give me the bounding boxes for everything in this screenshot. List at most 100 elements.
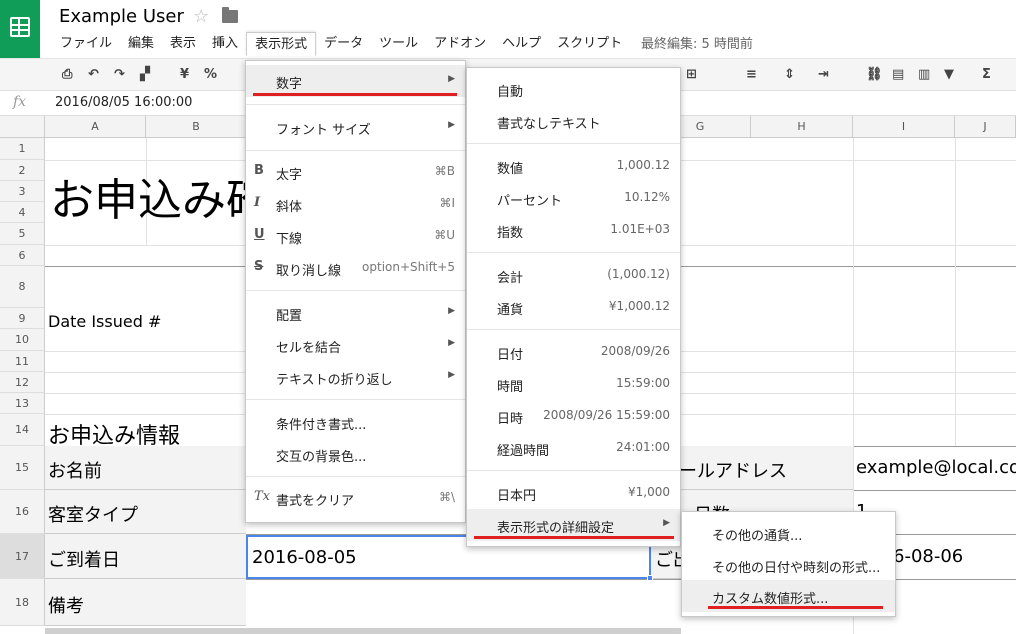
italic-icon: I [254,195,261,210]
row-header[interactable]: 8 [0,266,45,308]
arrival-label-cell[interactable]: ご到着日 [48,546,120,572]
section-heading-cell[interactable]: お申込み情報 [48,418,180,450]
text-wrap-icon[interactable]: ⇥ [818,67,829,82]
room-type-label-cell[interactable]: 客室タイプ [48,501,138,527]
insert-link-icon[interactable]: ⛓ [866,67,883,82]
functions-icon[interactable]: Σ [982,67,991,82]
format-auto[interactable]: 自動 [467,73,680,105]
row-header[interactable]: 15 [0,446,45,490]
format-currency[interactable]: 通貨 ¥1,000.12 [467,291,680,323]
menu-tools[interactable]: ツール [371,32,426,56]
format-time[interactable]: 時間 15:59:00 [467,368,680,400]
sheets-logo-icon[interactable] [0,0,40,58]
last-edit-status[interactable]: 最終編集: 5 時間前 [641,33,753,52]
row-header[interactable]: 4 [0,202,45,223]
menu-edit[interactable]: 編集 [120,32,162,56]
notes-label-cell[interactable]: 備考 [48,592,84,618]
format-plain-text[interactable]: 書式なしテキスト [467,105,680,137]
row-header[interactable]: 2 [0,160,45,181]
row-header[interactable]: 16 [0,490,45,534]
menu-item-strikethrough[interactable]: S 取り消し線 option+Shift+5 [246,252,465,284]
column-header-h[interactable]: H [751,116,853,138]
row-header[interactable]: 3 [0,181,45,202]
format-number[interactable]: 数値 1,000.12 [467,150,680,182]
document-title[interactable]: Example User [59,6,184,27]
print-icon[interactable]: ⎙ [62,67,72,82]
menu-item-alternating-colors[interactable]: 交互の背景色... [246,438,465,470]
format-datetime[interactable]: 日時 2008/09/26 15:59:00 [467,400,680,432]
menu-item-text-wrap[interactable]: テキストの折り返し ▶ [246,361,465,393]
row-header[interactable]: 10 [0,329,45,351]
menu-item-clear-format[interactable]: Tx 書式をクリア ⌘\ [246,482,465,514]
more-currencies[interactable]: その他の通貨... [682,517,895,549]
row-header[interactable]: 1 [0,138,45,160]
star-icon[interactable]: ☆ [193,6,209,27]
vertical-align-icon[interactable]: ⇕ [784,67,795,82]
currency-format-button[interactable]: ¥ [180,67,189,82]
paint-format-icon[interactable]: ▞ [140,67,150,82]
app-header: Example User ☆ ファイル 編集 表示 挿入 表示形式 データ ツー… [0,0,1016,59]
menu-insert[interactable]: 挿入 [204,32,246,56]
more-date-time-formats[interactable]: その他の日付や時刻の形式... [682,549,895,581]
redo-icon[interactable]: ↷ [114,67,125,82]
menu-addons[interactable]: アドオン [426,32,494,56]
menu-file[interactable]: ファイル [52,32,120,56]
insert-comment-icon[interactable]: ▤ [892,67,904,82]
format-date[interactable]: 日付 2008/09/26 [467,336,680,368]
row-header[interactable]: 12 [0,372,45,393]
date-issued-cell[interactable]: Date Issued # [48,312,161,331]
column-header-i[interactable]: I [853,116,955,138]
row-header[interactable]: 13 [0,393,45,414]
column-header-b[interactable]: B [146,116,247,138]
menu-data[interactable]: データ [316,32,371,56]
email-value-cell[interactable]: example@local.com [856,457,1016,478]
underline-icon: U [254,227,265,242]
merge-cells-icon[interactable]: ⊞ [686,67,697,82]
menu-help[interactable]: ヘルプ [494,32,549,56]
folder-icon[interactable] [222,7,238,23]
highlight-underline [253,93,457,96]
formula-input[interactable]: 2016/08/05 16:00:00 [55,95,192,110]
row-header[interactable]: 6 [0,245,45,266]
format-percent[interactable]: パーセント 10.12% [467,182,680,214]
departure-value-cell[interactable]: 6-08-06 [893,546,963,567]
filter-icon[interactable]: ▼ [944,67,954,82]
column-header-j[interactable]: J [955,116,1016,138]
format-scientific[interactable]: 指数 1.01E+03 [467,214,680,246]
menu-format[interactable]: 表示形式 [246,32,317,56]
menu-item-font-size[interactable]: フォント サイズ ▶ [246,111,465,143]
form-title-cell[interactable]: お申込み確 [50,164,270,228]
menu-item-italic[interactable]: I 斜体 ⌘I [246,188,465,220]
percent-format-button[interactable]: % [204,67,217,82]
format-duration[interactable]: 経過時間 24:01:00 [467,432,680,464]
fill-handle[interactable] [647,575,653,581]
menu-item-underline[interactable]: U 下線 ⌘U [246,220,465,252]
row-header[interactable]: 18 [0,579,45,626]
menu-item-merge-cells[interactable]: セルを結合 ▶ [246,329,465,361]
column-header-a[interactable]: A [45,116,146,138]
highlight-underline [474,536,674,539]
menu-item-bold[interactable]: B 太字 ⌘B [246,156,465,188]
menu-item-conditional-format[interactable]: 条件付き書式... [246,406,465,438]
email-label-cell[interactable]: ールアドレス [679,457,787,483]
menu-bar: ファイル 編集 表示 挿入 表示形式 データ ツール アドオン ヘルプ スクリプ… [52,32,630,56]
row-header[interactable]: 9 [0,308,45,329]
menu-view[interactable]: 表示 [162,32,204,56]
undo-icon[interactable]: ↶ [88,67,99,82]
insert-chart-icon[interactable]: ▥ [918,67,930,82]
menu-item-align[interactable]: 配置 ▶ [246,297,465,329]
menu-script[interactable]: スクリプト [549,32,630,56]
row-header[interactable]: 11 [0,351,45,372]
arrival-value: 2016-08-05 [252,547,357,568]
row-header[interactable]: 14 [0,414,45,446]
name-label-cell[interactable]: お名前 [48,457,102,483]
corner-cell[interactable] [0,116,45,138]
row-header[interactable]: 5 [0,223,45,245]
fx-icon: fx [13,94,27,110]
format-yen[interactable]: 日本円 ¥1,000 [467,477,680,509]
align-left-icon[interactable]: ≡ [746,67,757,82]
clear-format-icon: Tx [254,489,271,504]
format-accounting[interactable]: 会計 (1,000.12) [467,259,680,291]
horizontal-scrollbar[interactable] [45,628,681,634]
row-header[interactable]: 17 [0,534,45,579]
